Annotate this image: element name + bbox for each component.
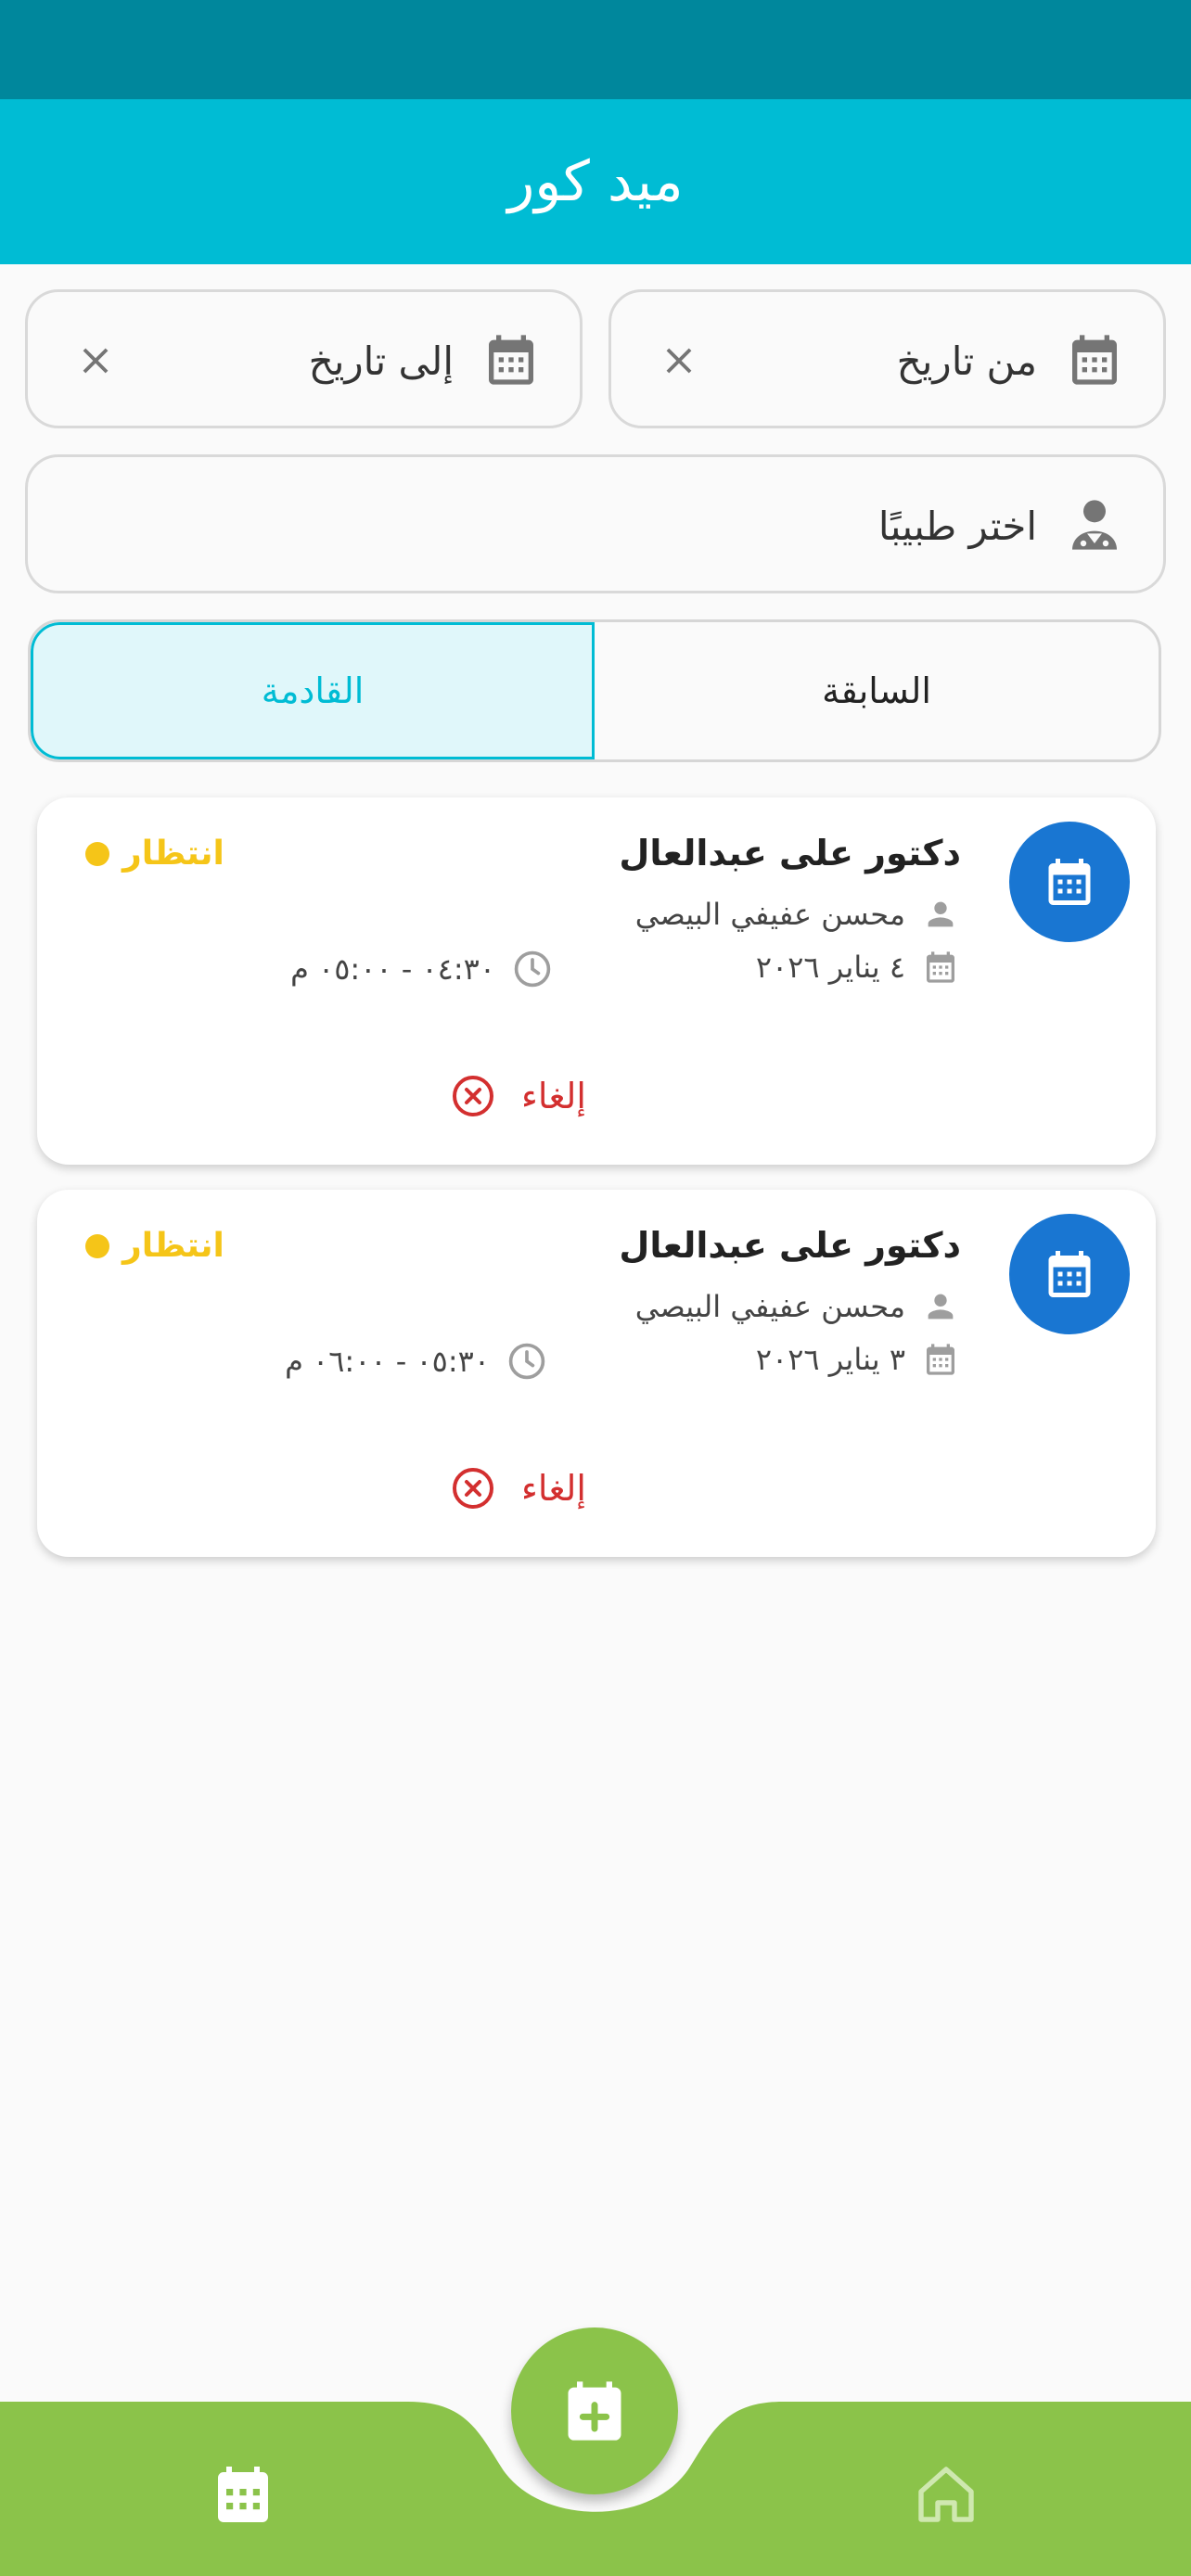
patient-name: محسن عفيفي البيصي — [634, 1289, 905, 1324]
appointment-time: ٠٥:٣٠ - ٠٦:٠٠ م — [285, 1344, 490, 1379]
appointment-card: دكتور على عبدالعال انتظار محسن عفيفي الب… — [37, 1190, 1156, 1557]
status-text: انتظار — [122, 835, 224, 873]
cancel-button[interactable]: إلغاء — [451, 1074, 586, 1118]
add-appointment-button[interactable] — [511, 2327, 678, 2494]
status-badge: انتظار — [85, 835, 224, 873]
patient-name: محسن عفيفي البيصي — [634, 897, 905, 932]
appointment-avatar — [1009, 822, 1130, 942]
from-date-label: من تاريخ — [896, 338, 1037, 384]
doctor-icon — [1072, 500, 1117, 550]
person-icon — [928, 1294, 954, 1320]
person-icon — [928, 901, 954, 927]
appointment-card: دكتور على عبدالعال انتظار محسن عفيفي الب… — [37, 797, 1156, 1165]
patient-row: محسن عفيفي البيصي — [635, 896, 959, 933]
appointment-tabs: السابقة القادمة — [28, 619, 1161, 762]
calendar-icon — [489, 335, 533, 385]
appointment-avatar — [1009, 1214, 1130, 1334]
home-icon[interactable] — [913, 2457, 980, 2531]
to-date-field[interactable]: إلى تاريخ — [25, 289, 583, 428]
cancel-icon — [453, 1468, 493, 1509]
appointment-time: ٠٤:٣٠ - ٠٥:٠٠ م — [290, 951, 495, 987]
status-dot — [85, 841, 109, 866]
doctor-name: دكتور على عبدالعال — [619, 833, 961, 874]
from-date-field[interactable]: من تاريخ — [608, 289, 1166, 428]
clear-to-date-icon[interactable] — [74, 339, 117, 382]
clear-from-date-icon[interactable] — [658, 339, 700, 382]
cancel-label: إلغاء — [521, 1076, 586, 1116]
status-badge: انتظار — [85, 1227, 224, 1265]
calendar-icon[interactable] — [210, 2457, 276, 2531]
calendar-icon — [927, 1344, 954, 1375]
calendar-icon — [1048, 1251, 1091, 1297]
app-title: ميد كور — [507, 149, 684, 214]
status-text: انتظار — [122, 1227, 224, 1265]
calendar-icon — [1048, 859, 1091, 905]
calendar-plus-icon — [568, 2381, 621, 2441]
cancel-button[interactable]: إلغاء — [451, 1466, 586, 1511]
tab-previous[interactable]: السابقة — [595, 622, 1159, 759]
cancel-icon — [453, 1076, 493, 1116]
tab-upcoming[interactable]: القادمة — [31, 622, 595, 759]
status-dot — [85, 1233, 109, 1258]
status-bar — [0, 0, 1191, 99]
patient-row: محسن عفيفي البيصي — [635, 1288, 959, 1325]
time-row: ٠٥:٣٠ - ٠٦:٠٠ م — [285, 1341, 547, 1382]
appointment-date: ٣ يناير ٢٠٢٦ — [755, 1342, 905, 1377]
cancel-label: إلغاء — [521, 1468, 586, 1509]
calendar-icon — [927, 951, 954, 983]
doctor-select-label: اختر طبيبًا — [877, 504, 1037, 549]
clock-icon — [514, 950, 551, 988]
date-row: ٤ يناير ٢٠٢٦ — [756, 949, 959, 986]
app-bar: ميد كور — [0, 99, 1191, 264]
calendar-icon — [1072, 335, 1117, 385]
date-row: ٣ يناير ٢٠٢٦ — [756, 1341, 959, 1378]
to-date-label: إلى تاريخ — [308, 338, 454, 384]
time-row: ٠٤:٣٠ - ٠٥:٠٠ م — [290, 949, 553, 989]
doctor-select[interactable]: اختر طبيبًا — [25, 454, 1166, 593]
clock-icon — [508, 1343, 545, 1380]
appointment-date: ٤ يناير ٢٠٢٦ — [755, 950, 905, 985]
doctor-name: دكتور على عبدالعال — [619, 1225, 961, 1266]
